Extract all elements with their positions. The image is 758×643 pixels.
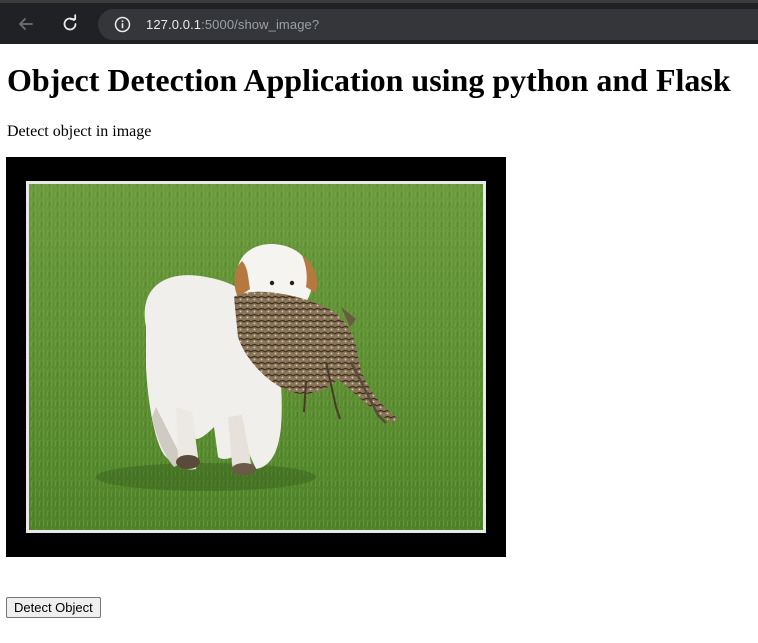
- browser-toolbar: 127.0.0.1:5000/show_image?: [0, 0, 758, 44]
- url-text[interactable]: 127.0.0.1:5000/show_image?: [146, 17, 319, 32]
- page-title: Object Detection Application using pytho…: [7, 62, 731, 98]
- back-button[interactable]: [13, 11, 39, 37]
- detect-object-button[interactable]: Detect Object: [6, 597, 101, 618]
- info-icon[interactable]: [114, 16, 131, 33]
- reload-button[interactable]: [57, 11, 83, 37]
- page-subtitle: Detect object in image: [7, 123, 152, 140]
- dog-photo: [26, 181, 486, 533]
- uploaded-image: [6, 157, 506, 557]
- url-host: 127.0.0.1: [146, 17, 202, 32]
- reload-icon: [63, 14, 77, 31]
- url-path: :5000/show_image?: [201, 17, 320, 32]
- address-bar[interactable]: 127.0.0.1:5000/show_image?: [98, 9, 758, 40]
- back-arrow-icon: [19, 18, 33, 30]
